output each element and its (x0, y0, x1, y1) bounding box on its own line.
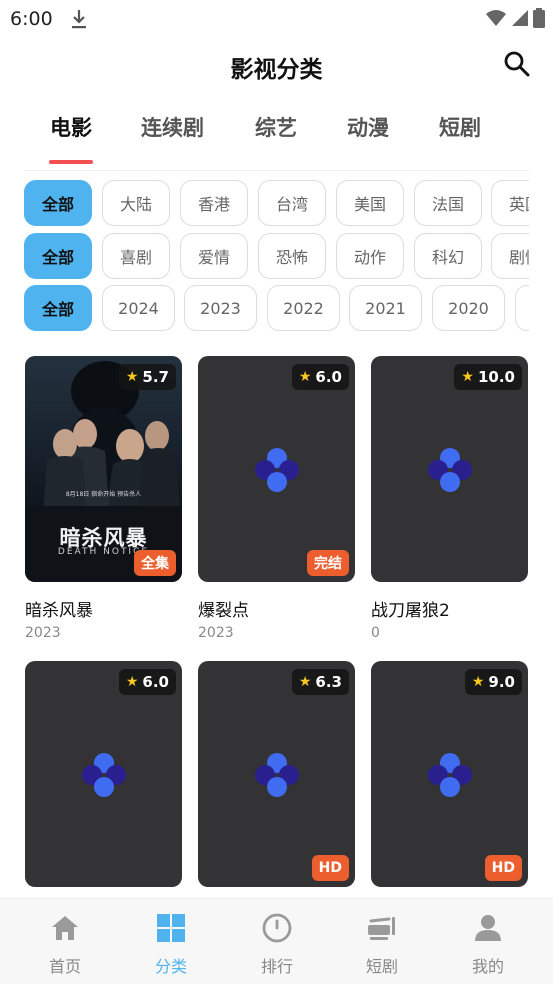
wifi-icon (485, 9, 507, 31)
filter-chip[interactable]: 喜剧 (102, 233, 170, 279)
rating-badge: ★ 6.0 (118, 669, 176, 695)
divider (24, 170, 529, 171)
filter-chip[interactable]: 恐怖 (258, 233, 326, 279)
filter-chip[interactable]: 全部 (24, 233, 92, 279)
filter-chip[interactable]: 2022 (267, 285, 340, 331)
nav-home[interactable]: 首页 (10, 899, 120, 984)
nav-category[interactable]: 分类 (116, 899, 226, 984)
placeholder-logo-icon (255, 753, 299, 797)
movie-title: 暗杀风暴 (25, 601, 93, 621)
filter-chip[interactable]: 台湾 (258, 180, 326, 226)
tab-movie[interactable]: 电影 (50, 112, 92, 142)
filter-chip[interactable]: 法国 (414, 180, 482, 226)
category-tabs: 电影 连续剧 综艺 动漫 短剧 (0, 104, 553, 170)
filter-chip[interactable]: 2023 (184, 285, 257, 331)
rating-badge: ★ 10.0 (454, 364, 522, 390)
bottom-nav: 首页 分类 排行 短剧 我的 (0, 898, 553, 984)
status-time: 6:00 (10, 8, 53, 30)
filter-chip[interactable]: 香港 (180, 180, 248, 226)
rating-badge: ★ 6.3 (291, 669, 349, 695)
year-filter-row: 全部 2024 2023 2022 2021 2020 2019 (24, 285, 529, 333)
filter-chip[interactable]: 英国 (491, 180, 529, 226)
filter-chip[interactable]: 科幻 (414, 233, 482, 279)
filter-chip[interactable]: 2021 (349, 285, 422, 331)
home-icon (52, 916, 78, 940)
filter-chip[interactable]: 剧情 (491, 233, 529, 279)
page-title: 影视分类 (230, 57, 323, 83)
filter-chip[interactable]: 爱情 (180, 233, 248, 279)
rating-value: 6.0 (315, 368, 342, 386)
poster-tagline: 8月18日 宿命开始 预告杀人 (65, 491, 142, 498)
grid-icon (157, 914, 185, 942)
movie-poster: 8月18日 宿命开始 预告杀人 暗杀风暴 DEATH NOTICE ★ 5.7 全… (25, 356, 182, 582)
filter-chip[interactable]: 2019 (515, 285, 529, 331)
rating-value: 6.3 (315, 673, 342, 691)
rating-badge: ★ 9.0 (464, 669, 522, 695)
nav-short-drama[interactable]: 短剧 (327, 899, 437, 984)
star-icon: ★ (125, 674, 139, 690)
movie-title: 战刀屠狼2 (371, 601, 450, 621)
battery-icon (533, 8, 545, 32)
filter-chip[interactable]: 全部 (24, 180, 92, 226)
nav-label: 排行 (260, 957, 293, 976)
ranking-icon (262, 913, 292, 943)
star-icon: ★ (471, 674, 485, 690)
rating-value: 9.0 (488, 673, 515, 691)
filter-chip[interactable]: 美国 (336, 180, 404, 226)
filter-chip[interactable]: 2024 (102, 285, 175, 331)
movie-poster: ★ 9.0 HD (371, 661, 528, 887)
download-icon (70, 8, 88, 30)
star-icon: ★ (298, 674, 312, 690)
nav-label: 分类 (154, 957, 187, 976)
header: 影视分类 (0, 40, 553, 92)
nav-label: 短剧 (365, 957, 398, 976)
tab-indicator (49, 160, 93, 164)
profile-icon (475, 915, 501, 941)
movie-year: 2023 (25, 625, 61, 641)
nav-ranking[interactable]: 排行 (222, 899, 332, 984)
status-badge: 完结 (307, 550, 349, 576)
genre-filter-row: 全部 喜剧 爱情 恐怖 动作 科幻 剧情 (24, 233, 529, 281)
rating-value: 5.7 (142, 368, 169, 386)
tab-anime[interactable]: 动漫 (347, 112, 389, 142)
movie-poster: ★ 6.3 HD (198, 661, 355, 887)
status-icons (485, 8, 545, 32)
search-icon (504, 51, 530, 77)
rating-badge: ★ 6.0 (291, 364, 349, 390)
nav-label: 首页 (48, 957, 81, 976)
placeholder-logo-icon (82, 753, 126, 797)
star-icon: ★ (298, 369, 312, 385)
short-drama-icon (368, 917, 395, 940)
movie-year: 0 (371, 625, 380, 641)
filter-chip[interactable]: 2020 (432, 285, 505, 331)
status-badge: 全集 (134, 550, 176, 576)
region-filter-row: 全部 大陆 香港 台湾 美国 法国 英国 (24, 180, 529, 228)
movie-poster: ★ 6.0 (25, 661, 182, 887)
star-icon: ★ (461, 369, 474, 385)
tab-series[interactable]: 连续剧 (141, 112, 204, 142)
movie-poster: ★ 6.0 完结 (198, 356, 355, 582)
placeholder-logo-icon (255, 448, 299, 492)
signal-icon (511, 9, 529, 31)
rating-value: 10.0 (477, 368, 515, 386)
rating-badge: ★ 5.7 (118, 364, 176, 390)
tab-variety[interactable]: 综艺 (255, 112, 297, 142)
status-badge: HD (311, 855, 349, 881)
movie-title: 爆裂点 (198, 601, 249, 621)
placeholder-logo-icon (428, 448, 472, 492)
nav-profile[interactable]: 我的 (433, 899, 543, 984)
movie-year: 2023 (198, 625, 234, 641)
search-button[interactable] (503, 50, 531, 78)
rating-value: 6.0 (142, 673, 169, 691)
filter-chip[interactable]: 大陆 (102, 180, 170, 226)
status-bar: 6:00 (0, 0, 553, 40)
filter-chip[interactable]: 全部 (24, 285, 92, 331)
movie-poster: ★ 10.0 (371, 356, 528, 582)
tab-short-drama[interactable]: 短剧 (439, 112, 481, 142)
status-badge: HD (484, 855, 522, 881)
nav-label: 我的 (471, 957, 504, 976)
placeholder-logo-icon (428, 753, 472, 797)
filter-chip[interactable]: 动作 (336, 233, 404, 279)
star-icon: ★ (125, 369, 139, 385)
